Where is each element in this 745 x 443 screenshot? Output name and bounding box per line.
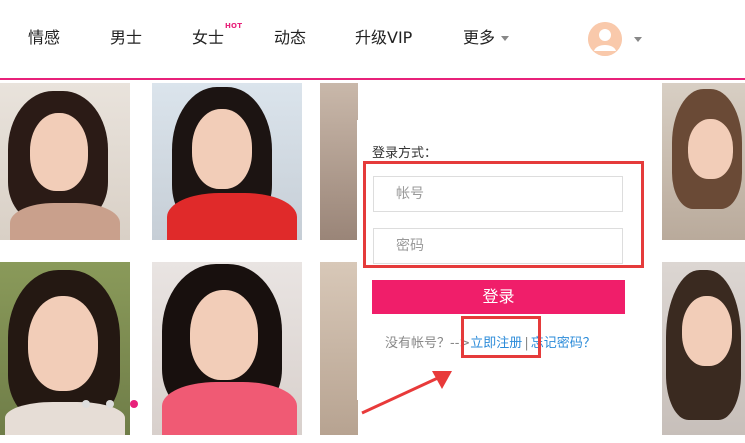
login-method-label: 登录方式： <box>372 146 438 161</box>
profile-photo-6[interactable] <box>152 262 302 435</box>
login-button[interactable]: 登录 <box>372 280 625 314</box>
carousel-dot[interactable] <box>82 400 90 408</box>
carousel-dot-active[interactable] <box>130 400 138 408</box>
password-input[interactable]: 密码 <box>373 228 623 264</box>
carousel-dot[interactable] <box>106 400 114 408</box>
profile-photo-8[interactable] <box>662 262 745 435</box>
nav-item-upgrade-vip[interactable]: 升级VIP <box>355 28 412 48</box>
nav-item-emotion[interactable]: 情感 <box>28 28 60 48</box>
no-account-text: 没有帐号？ <box>385 336 451 351</box>
profile-photo-3[interactable] <box>320 83 358 240</box>
profile-photo-5[interactable] <box>0 262 130 435</box>
hot-badge: HOT <box>225 22 243 30</box>
profile-photo-1[interactable] <box>0 83 130 240</box>
highlight-box-register <box>461 316 541 358</box>
annotation-arrow-icon <box>361 371 452 415</box>
user-avatar-icon <box>588 22 622 56</box>
page: 情感 男士 女士 HOT 动态 升级VIP 更多 登录方式： 帐号 密码 登录 … <box>0 0 745 443</box>
watermark-url: jingyan.baidu.com <box>560 389 662 402</box>
profile-photo-2[interactable] <box>152 83 302 240</box>
nav-item-moments[interactable]: 动态 <box>274 28 306 48</box>
nav-item-men[interactable]: 男士 <box>110 28 142 48</box>
nav-item-more[interactable]: 更多 <box>463 28 510 48</box>
profile-photo-7[interactable] <box>320 262 358 435</box>
nav-item-more-label: 更多 <box>463 28 496 47</box>
profile-photo-4[interactable] <box>662 83 745 240</box>
avatar-dropdown-icon[interactable] <box>634 37 642 42</box>
chevron-down-icon <box>501 36 510 41</box>
account-input[interactable]: 帐号 <box>373 176 623 212</box>
avatar[interactable] <box>588 22 622 56</box>
nav-item-women[interactable]: 女士 <box>192 28 224 48</box>
top-nav: 情感 男士 女士 HOT 动态 升级VIP 更多 <box>0 0 745 80</box>
watermark: Bai 经验 jingyan.baidu.com <box>560 355 662 402</box>
watermark-logo: Bai 经验 <box>560 361 651 386</box>
